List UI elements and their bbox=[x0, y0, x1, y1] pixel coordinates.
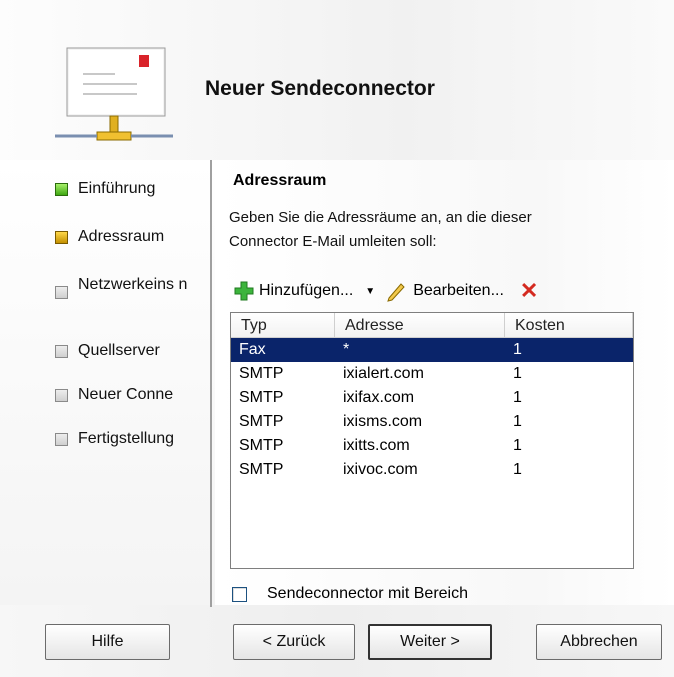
cell-type: SMTP bbox=[239, 461, 284, 478]
cell-address: ixitts.com bbox=[343, 437, 410, 454]
send-connector-icon bbox=[55, 47, 173, 141]
add-icon bbox=[234, 281, 254, 301]
add-button[interactable]: Hinzufügen... bbox=[233, 280, 353, 302]
wizard-nav-panel bbox=[0, 160, 215, 605]
nav-item-label: Adressraum bbox=[78, 228, 165, 245]
table-row[interactable]: SMTP ixivoc.com 1 bbox=[231, 458, 633, 482]
next-button-label: Weiter > bbox=[400, 633, 460, 650]
scope-checkbox[interactable] bbox=[232, 586, 247, 602]
table-row[interactable]: SMTP ixialert.com 1 bbox=[231, 362, 633, 386]
nav-item-label: Quellserver bbox=[78, 342, 160, 359]
cell-cost: 1 bbox=[513, 389, 522, 406]
nav-item-label: Einführung bbox=[78, 180, 156, 197]
scope-checkbox-label[interactable]: Sendeconnector mit Bereich bbox=[267, 585, 468, 603]
table-row[interactable]: SMTP ixitts.com 1 bbox=[231, 434, 633, 458]
next-button[interactable]: Weiter > bbox=[368, 624, 492, 660]
remove-icon[interactable]: ✕ bbox=[520, 280, 538, 302]
help-button[interactable]: Hilfe bbox=[45, 624, 170, 660]
edit-button[interactable]: Bearbeiten... bbox=[385, 280, 504, 302]
wizard-title: Neuer Sendeconnector bbox=[205, 77, 435, 100]
table-row[interactable]: Fax * 1 bbox=[231, 338, 633, 362]
nav-item-label: Fertigstellung bbox=[78, 430, 175, 447]
description: Geben Sie die Adressräume an, an die die… bbox=[229, 206, 629, 254]
nav-item-label: Netzwerkeins n bbox=[78, 276, 188, 293]
cell-cost: 1 bbox=[513, 341, 522, 358]
address-space-table[interactable]: Typ Adresse Kosten Fax * 1 SMTP ixialert… bbox=[230, 312, 634, 569]
table-header: Typ Adresse Kosten bbox=[231, 313, 633, 338]
cell-address: ixisms.com bbox=[343, 413, 423, 430]
description-line: Connector E-Mail umleiten soll: bbox=[229, 233, 437, 250]
nav-item-introduction: Einführung bbox=[55, 180, 155, 198]
column-header-type[interactable]: Typ bbox=[231, 313, 335, 337]
nav-item-address-space: Adressraum bbox=[55, 228, 164, 246]
edit-button-label: Bearbeiten... bbox=[413, 282, 504, 299]
step-status-icon bbox=[55, 389, 68, 402]
cell-address: * bbox=[343, 341, 350, 358]
cell-cost: 1 bbox=[513, 413, 522, 430]
description-line: Geben Sie die Adressräume an, an die die… bbox=[229, 209, 532, 226]
column-header-address[interactable]: Adresse bbox=[335, 313, 505, 337]
nav-item-label: Neuer Conne bbox=[78, 386, 174, 403]
nav-item-new-connector: Neuer Conne bbox=[55, 386, 173, 404]
pencil-icon bbox=[387, 283, 405, 302]
cell-type: SMTP bbox=[239, 365, 284, 382]
address-space-toolbar: Hinzufügen... ▼ Bearbeiten... ✕ bbox=[233, 277, 538, 305]
panel-divider bbox=[210, 160, 212, 607]
add-button-label: Hinzufügen... bbox=[259, 282, 354, 299]
cell-address: ixifax.com bbox=[343, 389, 415, 406]
nav-item-completion: Fertigstellung bbox=[55, 430, 174, 448]
cell-type: SMTP bbox=[239, 389, 284, 406]
nav-item-network-settings: Netzwerkeins n bbox=[55, 276, 196, 299]
step-status-icon bbox=[55, 433, 68, 446]
help-button-label: Hilfe bbox=[91, 633, 124, 650]
step-status-icon bbox=[55, 231, 68, 244]
step-status-icon bbox=[55, 345, 68, 358]
cell-type: SMTP bbox=[239, 413, 284, 430]
nav-item-source-server: Quellserver bbox=[55, 342, 160, 360]
cell-address: ixialert.com bbox=[343, 365, 424, 382]
section-title: Adressraum bbox=[233, 172, 327, 189]
scope-checkbox-row: Sendeconnector mit Bereich bbox=[232, 585, 468, 603]
back-button[interactable]: < Zurück bbox=[233, 624, 355, 660]
cell-cost: 1 bbox=[513, 365, 522, 382]
column-header-cost[interactable]: Kosten bbox=[505, 313, 633, 337]
dropdown-arrow-icon[interactable]: ▼ bbox=[365, 286, 375, 297]
table-row[interactable]: SMTP ixisms.com 1 bbox=[231, 410, 633, 434]
cell-type: SMTP bbox=[239, 437, 284, 454]
cell-cost: 1 bbox=[513, 461, 522, 478]
cell-cost: 1 bbox=[513, 437, 522, 454]
cell-address: ixivoc.com bbox=[343, 461, 418, 478]
table-row[interactable]: SMTP ixifax.com 1 bbox=[231, 386, 633, 410]
cancel-button-label: Abbrechen bbox=[560, 633, 638, 650]
cancel-button[interactable]: Abbrechen bbox=[536, 624, 662, 660]
back-button-label: < Zurück bbox=[262, 633, 326, 650]
cell-type: Fax bbox=[239, 341, 266, 358]
step-status-icon bbox=[55, 183, 68, 196]
step-status-icon bbox=[55, 286, 68, 299]
